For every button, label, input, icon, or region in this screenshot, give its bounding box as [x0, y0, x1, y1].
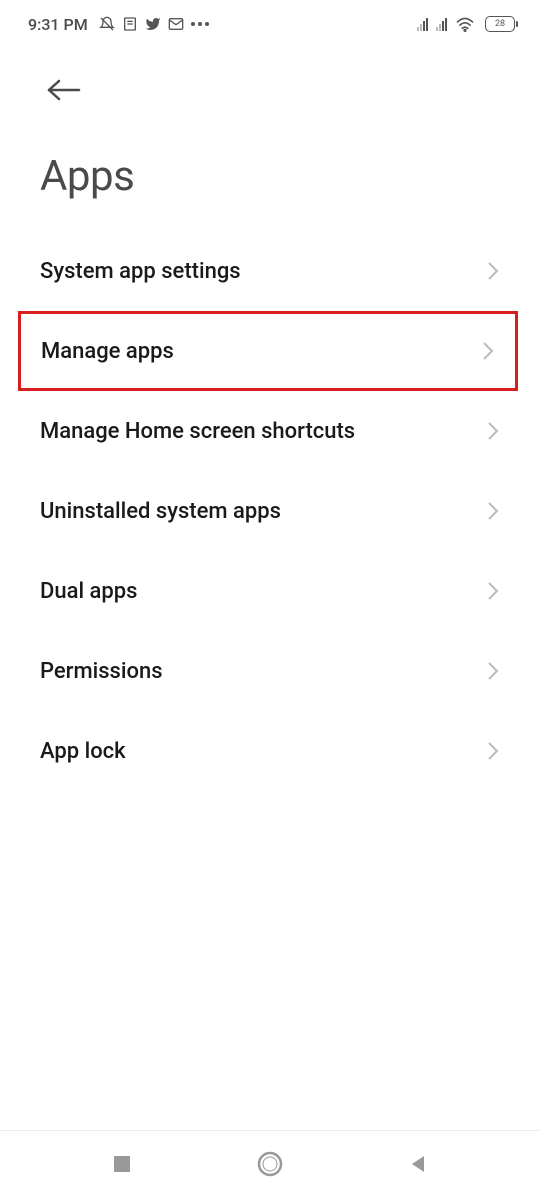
note-icon	[122, 16, 138, 32]
menu-item-manage-apps[interactable]: Manage apps	[18, 311, 518, 391]
nav-home-button[interactable]	[257, 1151, 283, 1181]
chevron-right-icon	[486, 740, 500, 762]
triangle-left-icon	[408, 1154, 428, 1174]
battery-icon: 28	[485, 16, 515, 32]
menu-item-system-app-settings[interactable]: System app settings	[0, 231, 540, 311]
menu-list: System app settings Manage apps Manage H…	[0, 231, 540, 791]
battery-level: 28	[495, 19, 505, 29]
signal-sim2-icon	[436, 17, 447, 31]
status-right: 28	[417, 16, 515, 32]
signal-sim1-icon	[417, 17, 428, 31]
chevron-right-icon	[486, 500, 500, 522]
chevron-right-icon	[481, 340, 495, 362]
wifi-icon	[455, 16, 475, 32]
chevron-right-icon	[486, 580, 500, 602]
menu-label: Manage apps	[41, 339, 174, 364]
menu-item-dual-apps[interactable]: Dual apps	[0, 551, 540, 631]
back-arrow-icon	[45, 78, 81, 102]
menu-item-uninstalled-system-apps[interactable]: Uninstalled system apps	[0, 471, 540, 551]
menu-item-permissions[interactable]: Permissions	[0, 631, 540, 711]
menu-item-manage-home-shortcuts[interactable]: Manage Home screen shortcuts	[0, 391, 540, 471]
navigation-bar	[0, 1130, 540, 1200]
gmail-icon	[168, 16, 184, 32]
menu-item-app-lock[interactable]: App lock	[0, 711, 540, 791]
menu-label: Uninstalled system apps	[40, 499, 281, 524]
bell-muted-icon	[99, 16, 115, 32]
menu-label: Permissions	[40, 659, 163, 684]
menu-label: System app settings	[40, 259, 241, 284]
status-icons-left	[99, 16, 209, 32]
menu-label: Manage Home screen shortcuts	[40, 419, 355, 444]
status-bar: 9:31 PM 28	[0, 0, 540, 48]
menu-label: App lock	[40, 739, 126, 764]
page-title: Apps	[0, 106, 540, 231]
circle-icon	[257, 1151, 283, 1177]
chevron-right-icon	[486, 420, 500, 442]
nav-recents-button[interactable]	[112, 1154, 132, 1178]
square-icon	[112, 1154, 132, 1174]
more-icon	[191, 22, 209, 26]
nav-back-button[interactable]	[408, 1154, 428, 1178]
back-button[interactable]	[0, 48, 540, 106]
twitter-icon	[145, 16, 161, 32]
chevron-right-icon	[486, 660, 500, 682]
status-left: 9:31 PM	[28, 15, 209, 34]
status-time: 9:31 PM	[28, 15, 88, 34]
menu-label: Dual apps	[40, 579, 137, 604]
chevron-right-icon	[486, 260, 500, 282]
